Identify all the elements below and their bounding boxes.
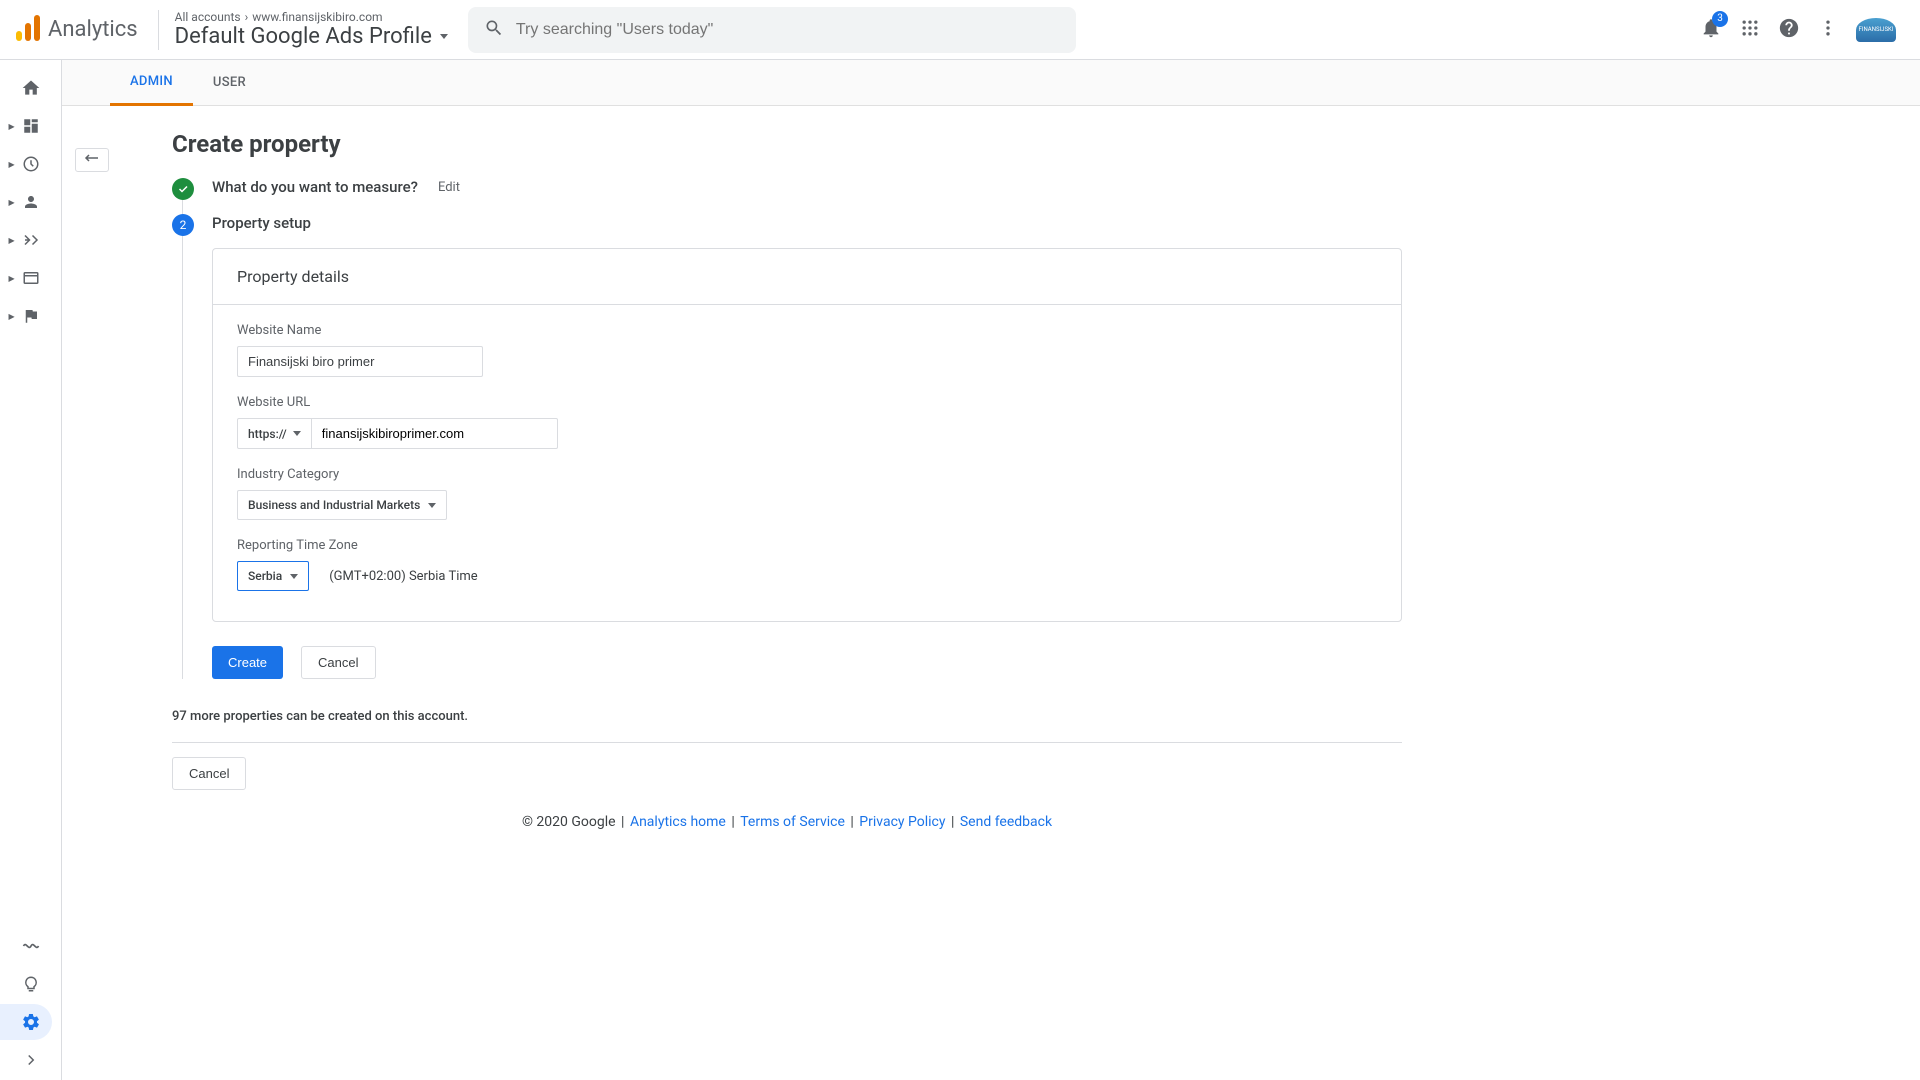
footer-privacy-link[interactable]: Privacy Policy — [859, 814, 945, 830]
caret-down-icon — [440, 34, 448, 39]
search-box[interactable] — [468, 7, 1076, 53]
step-1-edit-link[interactable]: Edit — [438, 180, 460, 195]
field-timezone: Reporting Time Zone Serbia (GMT+02:00) S… — [237, 538, 1377, 591]
nav-discover[interactable] — [11, 966, 51, 1002]
chevron-right-icon: › — [245, 10, 249, 24]
step-number-badge: 2 — [172, 214, 194, 236]
footer-copyright: © 2020 Google — [522, 814, 616, 830]
card-header: Property details — [213, 249, 1401, 305]
step-2: 2 Property setup Property details Websit… — [172, 214, 1402, 679]
field-website-name: Website Name — [237, 323, 1377, 377]
expand-caret-icon: ▶ — [9, 236, 15, 245]
industry-select[interactable]: Business and Industrial Markets — [237, 490, 447, 520]
org-logo[interactable]: FINANSIJSKI — [1856, 18, 1896, 42]
timezone-country-select[interactable]: Serbia — [237, 561, 309, 591]
search-icon — [484, 18, 504, 42]
website-url-input[interactable] — [312, 418, 558, 449]
nav-audience[interactable]: ▶ — [11, 184, 51, 220]
caret-down-icon — [290, 574, 298, 579]
field-website-url: Website URL https:// — [237, 395, 1377, 449]
expand-caret-icon: ▶ — [9, 160, 15, 169]
expand-caret-icon: ▶ — [9, 122, 15, 131]
expand-caret-icon: ▶ — [9, 274, 15, 283]
stepper: What do you want to measure? Edit 2 Prop… — [172, 178, 1402, 679]
main-content: Create property What do you want to meas… — [62, 106, 1920, 1080]
caret-down-icon — [293, 431, 301, 436]
breadcrumb-all-accounts: All accounts — [175, 10, 241, 24]
app-name: Analytics — [48, 17, 138, 42]
tab-user[interactable]: USER — [193, 60, 266, 106]
footer-terms-link[interactable]: Terms of Service — [740, 814, 845, 830]
footer-feedback-link[interactable]: Send feedback — [960, 814, 1052, 830]
step-2-title: Property setup — [212, 214, 311, 232]
bottom-cancel-button[interactable]: Cancel — [172, 757, 246, 790]
breadcrumb: All accounts › www.finansijskibiro.com — [175, 10, 448, 24]
account-selector[interactable]: All accounts › www.finansijskibiro.com D… — [159, 10, 448, 49]
industry-value: Business and Industrial Markets — [248, 498, 420, 512]
search-input[interactable] — [516, 21, 1060, 39]
back-button[interactable] — [75, 148, 109, 172]
step-1-title: What do you want to measure? — [212, 178, 418, 196]
protocol-value: https:// — [248, 427, 287, 441]
nav-collapse[interactable] — [11, 1042, 51, 1078]
field-industry: Industry Category Business and Industria… — [237, 467, 1377, 520]
nav-home[interactable] — [11, 70, 51, 106]
timezone-country-value: Serbia — [248, 569, 282, 583]
footer-analytics-home-link[interactable]: Analytics home — [630, 814, 726, 830]
breadcrumb-site: www.finansijskibiro.com — [252, 10, 382, 24]
website-name-label: Website Name — [237, 323, 1377, 338]
caret-down-icon — [428, 503, 436, 508]
remaining-properties-text: 97 more properties can be created on thi… — [172, 709, 1402, 724]
divider — [172, 742, 1402, 743]
step-done-icon — [172, 178, 194, 200]
nav-behavior[interactable]: ▶ — [11, 260, 51, 296]
property-details-card: Property details Website Name Website UR… — [212, 248, 1402, 622]
create-button[interactable]: Create — [212, 646, 283, 679]
website-url-label: Website URL — [237, 395, 1377, 410]
page-footer: © 2020 Google | Analytics home | Terms o… — [172, 790, 1402, 842]
nav-attribution[interactable] — [11, 928, 51, 964]
logo-section: Analytics — [16, 10, 159, 50]
step-1: What do you want to measure? Edit — [172, 178, 1402, 196]
admin-tab-bar: ADMIN USER — [62, 60, 1920, 106]
nav-realtime[interactable]: ▶ — [11, 146, 51, 182]
nav-acquisition[interactable]: ▶ — [11, 222, 51, 258]
profile-name: Default Google Ads Profile — [175, 24, 432, 49]
tab-admin[interactable]: ADMIN — [110, 60, 193, 106]
nav-conversions[interactable]: ▶ — [11, 298, 51, 334]
expand-caret-icon: ▶ — [9, 312, 15, 321]
more-vert-icon[interactable] — [1818, 18, 1838, 42]
expand-caret-icon: ▶ — [9, 198, 15, 207]
nav-customization[interactable]: ▶ — [11, 108, 51, 144]
industry-label: Industry Category — [237, 467, 1377, 482]
nav-admin[interactable] — [0, 1004, 52, 1040]
left-nav-rail: ▶ ▶ ▶ ▶ ▶ ▶ — [0, 60, 62, 1080]
cancel-button[interactable]: Cancel — [301, 646, 375, 679]
protocol-select[interactable]: https:// — [237, 418, 312, 449]
notifications-button[interactable]: 3 — [1700, 17, 1722, 43]
form-actions: Create Cancel — [212, 646, 1402, 679]
website-name-input[interactable] — [237, 346, 483, 377]
timezone-value: (GMT+02:00) Serbia Time — [329, 569, 477, 584]
analytics-logo-icon — [16, 15, 40, 45]
app-header: Analytics All accounts › www.finansijski… — [0, 0, 1920, 60]
header-actions: 3 FINANSIJSKI — [1700, 17, 1904, 43]
page-title: Create property — [172, 130, 1402, 158]
notification-badge: 3 — [1712, 11, 1728, 27]
apps-icon[interactable] — [1740, 18, 1760, 42]
help-icon[interactable] — [1778, 17, 1800, 43]
timezone-label: Reporting Time Zone — [237, 538, 1377, 553]
